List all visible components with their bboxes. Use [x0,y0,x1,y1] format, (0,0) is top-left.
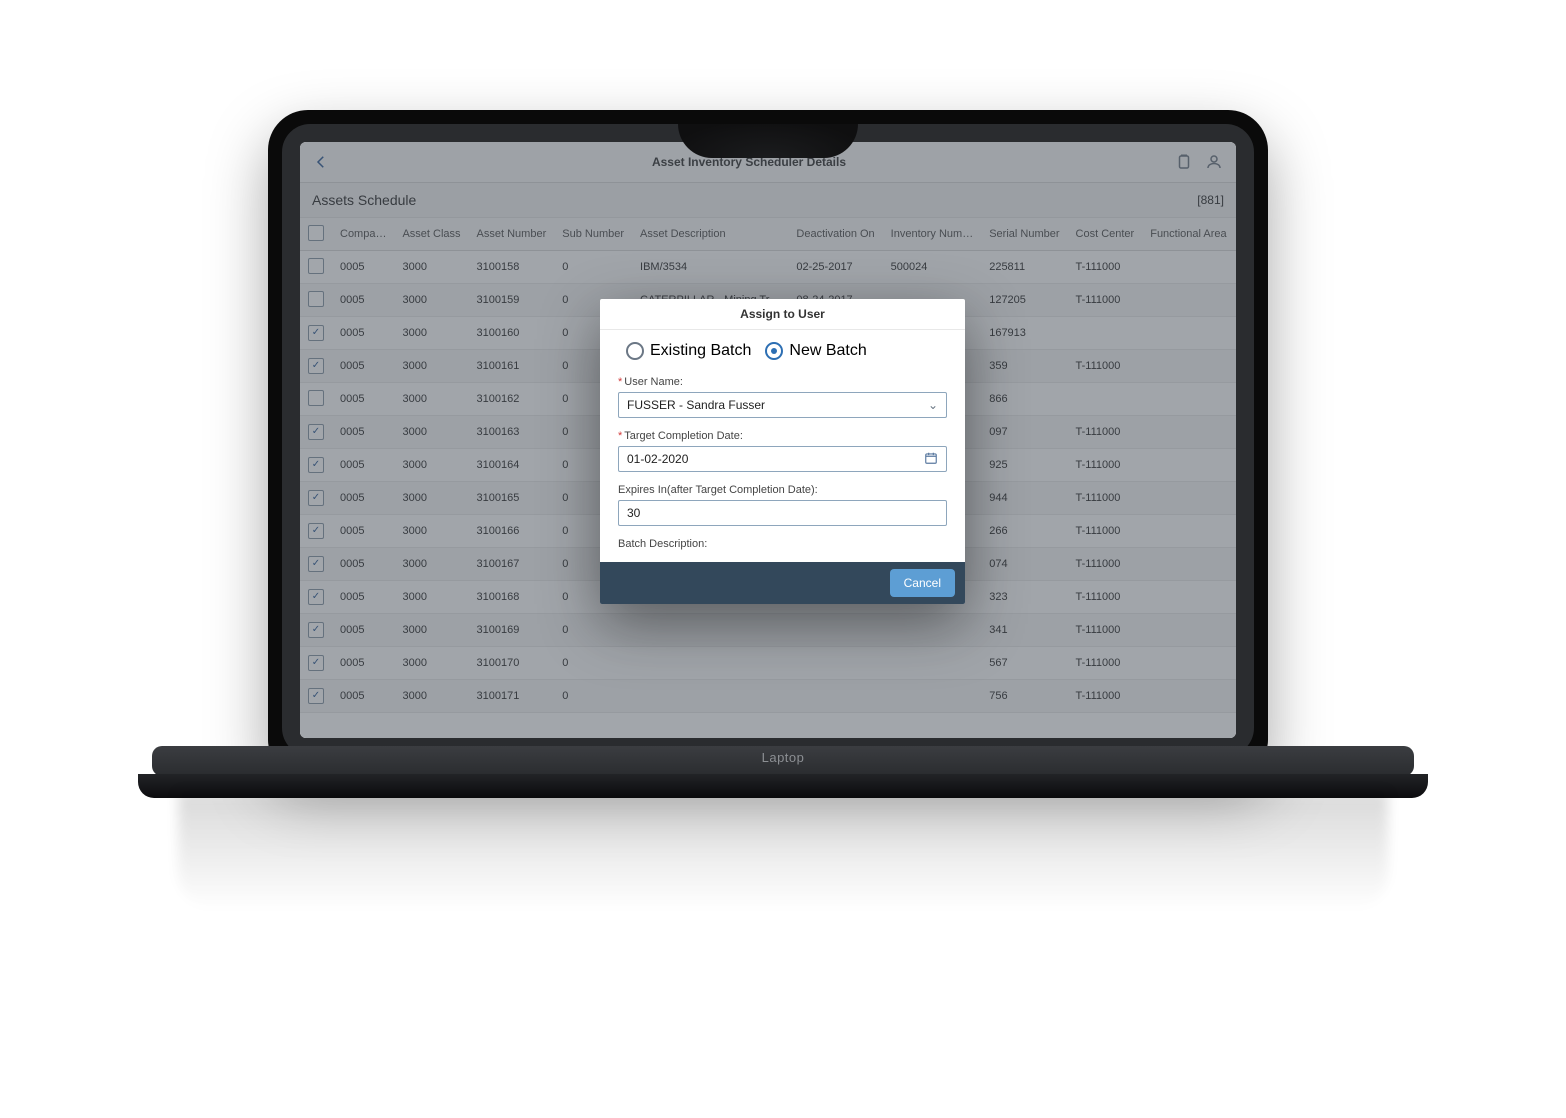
radio-icon [626,342,644,360]
device-label: Laptop [762,750,805,765]
target-date-label: Target Completion Date: [624,430,743,442]
cancel-button[interactable]: Cancel [890,569,955,597]
target-date-input[interactable]: 01-02-2020 [618,446,947,472]
modal-footer: Cancel [600,562,965,604]
camera-notch [678,124,858,158]
expires-value: 30 [627,506,640,520]
chevron-down-icon: ⌄ [928,398,938,412]
radio-new-batch[interactable]: New Batch [765,342,866,360]
calendar-icon [924,451,938,468]
target-date-value: 01-02-2020 [627,452,688,466]
assign-user-modal: Assign to User Existing Batch New Batch [600,299,965,604]
expires-input[interactable]: 30 [618,500,947,526]
expires-label: Expires In(after Target Completion Date)… [618,484,818,496]
laptop-frame: Asset Inventory Scheduler Details Assets… [138,30,1428,930]
radio-existing-batch[interactable]: Existing Batch [626,342,751,360]
user-name-value: FUSSER - Sandra Fusser [627,398,765,412]
radio-icon [765,342,783,360]
user-name-label: User Name: [624,376,683,388]
radio-existing-label: Existing Batch [650,342,751,360]
batch-desc-label: Batch Description: [618,538,707,550]
user-name-select[interactable]: FUSSER - Sandra Fusser ⌄ [618,392,947,418]
radio-new-label: New Batch [789,342,866,360]
modal-title: Assign to User [600,299,965,330]
